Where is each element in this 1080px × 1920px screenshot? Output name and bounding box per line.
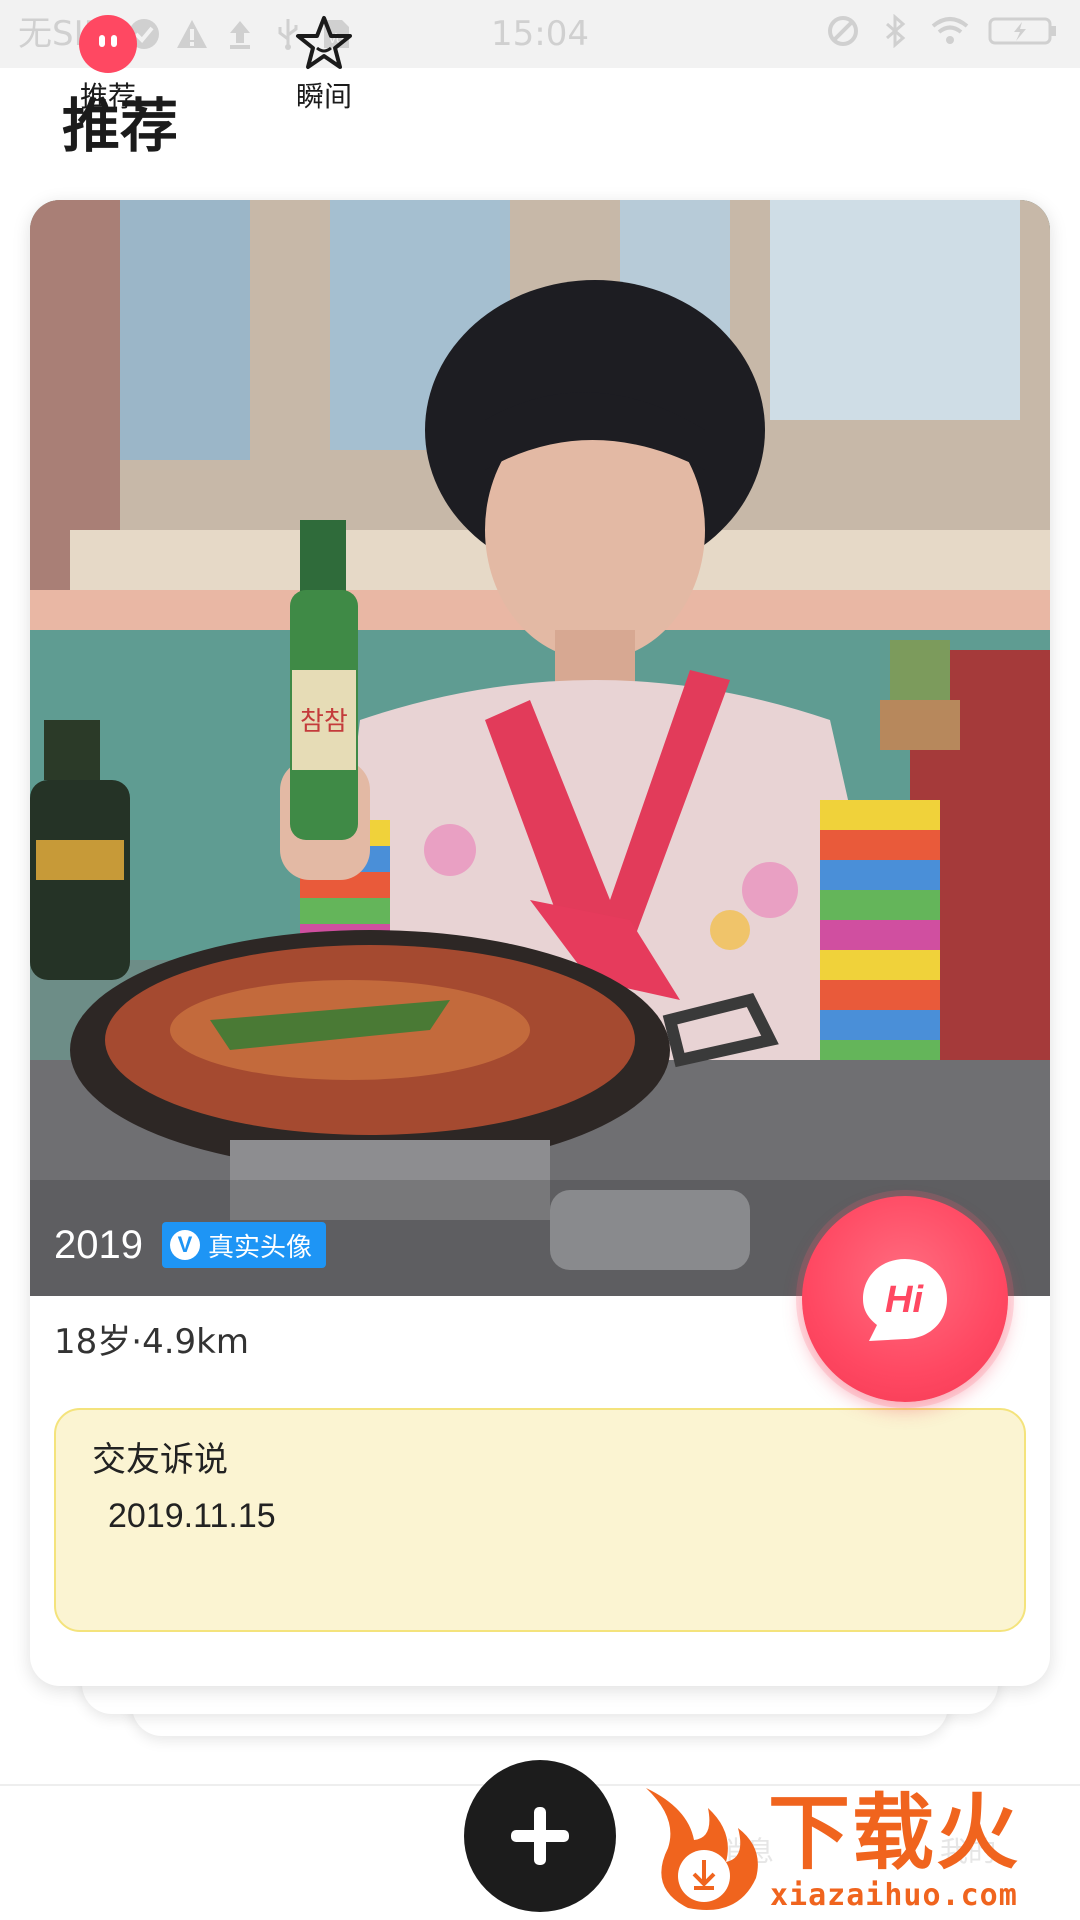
profile-photo[interactable]: 참참: [30, 200, 1050, 1296]
status-right: [826, 14, 1058, 48]
watermark-title: 下载火: [768, 1786, 1021, 1881]
recommend-card[interactable]: 참참 2019 V 真实头像 18岁·4.9km 交友诉说 2019.11.15: [30, 200, 1050, 1686]
nickname: 2019: [54, 1223, 143, 1267]
say-hi-button[interactable]: Hi: [802, 1196, 1008, 1402]
tab-recommend-label: 推荐: [79, 80, 136, 113]
battery-charging-icon: [988, 17, 1056, 45]
tab-moments-label: 瞬间: [295, 80, 352, 113]
wifi-icon: [931, 17, 969, 44]
watermark-logo: 下载火 xiazaihuo.com: [638, 1778, 1080, 1920]
intro-note-title: 交友诉说: [92, 1440, 228, 1480]
verified-v-icon: V: [170, 1230, 200, 1260]
watermark-url: xiazaihuo.com: [770, 1878, 1018, 1913]
alarm-icon: [828, 16, 858, 46]
age-distance: 18岁·4.9km: [54, 1322, 249, 1362]
bluetooth-icon: [886, 14, 906, 48]
add-button[interactable]: [464, 1760, 616, 1912]
tab-recommend[interactable]: 推荐: [48, 14, 168, 124]
hi-label: Hi: [885, 1279, 924, 1321]
verified-avatar-badge: V 真实头像: [162, 1222, 327, 1268]
hi-bubble-icon: Hi: [863, 1259, 947, 1341]
intro-note: 交友诉说 2019.11.15: [54, 1408, 1026, 1632]
profile-photo-illustration: 참참: [30, 200, 1050, 1296]
svg-text:참참: 참참: [300, 707, 348, 737]
face-bubble-icon: [79, 15, 137, 73]
tab-moments[interactable]: 瞬间: [264, 14, 384, 124]
verified-badge-label: 真实头像: [208, 1232, 313, 1263]
star-outline-icon: [296, 16, 352, 69]
plus-icon: [511, 1807, 569, 1865]
fire-download-icon: [646, 1788, 758, 1910]
intro-note-date: 2019.11.15: [108, 1497, 276, 1535]
